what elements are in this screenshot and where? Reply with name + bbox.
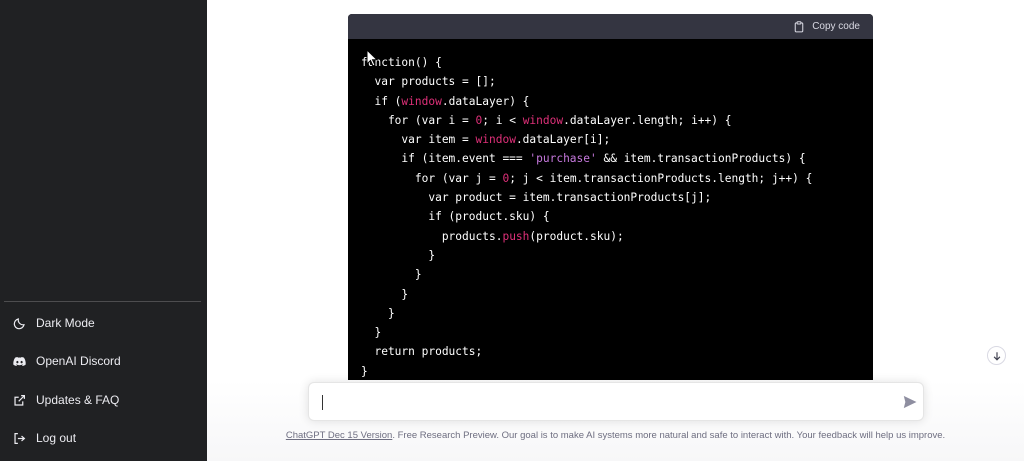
sidebar-item-log-out[interactable]: Log out <box>8 421 198 455</box>
send-icon[interactable] <box>903 395 917 409</box>
sidebar: Dark Mode OpenAI Discord Updates & FAQ L… <box>0 0 207 461</box>
sidebar-item-label: Log out <box>36 431 77 445</box>
copy-code-label: Copy code <box>812 21 860 32</box>
footer-note: ChatGPT Dec 15 Version. Free Research Pr… <box>207 430 1024 441</box>
code-line: var product = item.transactionProducts[j… <box>361 191 712 205</box>
code-line: products.push(product.sku); <box>361 229 624 243</box>
message-composer[interactable] <box>308 382 924 421</box>
code-line: if (window.dataLayer) { <box>361 94 530 108</box>
logout-icon <box>12 431 26 445</box>
code-line: } <box>361 268 422 282</box>
sidebar-item-label: OpenAI Discord <box>36 354 121 368</box>
external-link-icon <box>12 393 26 407</box>
mouse-cursor-icon <box>366 49 378 67</box>
sidebar-item-openai-discord[interactable]: OpenAI Discord <box>8 344 198 378</box>
code-line: } <box>361 364 368 378</box>
code-content: function() { var products = []; if (wind… <box>348 39 873 381</box>
code-header: Copy code <box>348 14 873 39</box>
code-line: var products = []; <box>361 75 496 89</box>
text-caret <box>322 395 323 410</box>
main-content: Copy code function() { var products = []… <box>207 0 1024 461</box>
code-line: if (product.sku) { <box>361 210 550 224</box>
arrow-down-icon <box>993 351 1000 361</box>
copy-code-button[interactable]: Copy code <box>793 20 860 33</box>
discord-icon <box>12 354 26 368</box>
code-line: var item = window.dataLayer[i]; <box>361 133 611 147</box>
code-line: for (var i = 0; i < window.dataLayer.len… <box>361 113 732 127</box>
message-input[interactable] <box>320 392 890 412</box>
code-line: } <box>361 287 409 301</box>
sidebar-item-dark-mode[interactable]: Dark Mode <box>8 306 198 340</box>
version-link[interactable]: ChatGPT Dec 15 Version <box>286 430 393 441</box>
sidebar-divider <box>4 301 201 302</box>
code-line: for (var j = 0; j < item.transactionProd… <box>361 171 813 185</box>
clipboard-icon <box>794 20 804 32</box>
sidebar-item-label: Updates & FAQ <box>36 393 120 407</box>
scroll-to-bottom-button[interactable] <box>987 346 1006 365</box>
code-line: } <box>361 326 382 340</box>
code-line: } <box>361 248 436 262</box>
code-line: if (item.event === 'purchase' && item.tr… <box>361 152 806 166</box>
sidebar-item-updates-faq[interactable]: Updates & FAQ <box>8 383 198 417</box>
sidebar-item-label: Dark Mode <box>36 316 95 330</box>
footer-text: . Free Research Preview. Our goal is to … <box>392 430 946 441</box>
code-block: Copy code function() { var products = []… <box>348 14 873 381</box>
code-line: } <box>361 306 395 320</box>
code-line: return products; <box>361 345 483 359</box>
moon-icon <box>12 316 26 330</box>
